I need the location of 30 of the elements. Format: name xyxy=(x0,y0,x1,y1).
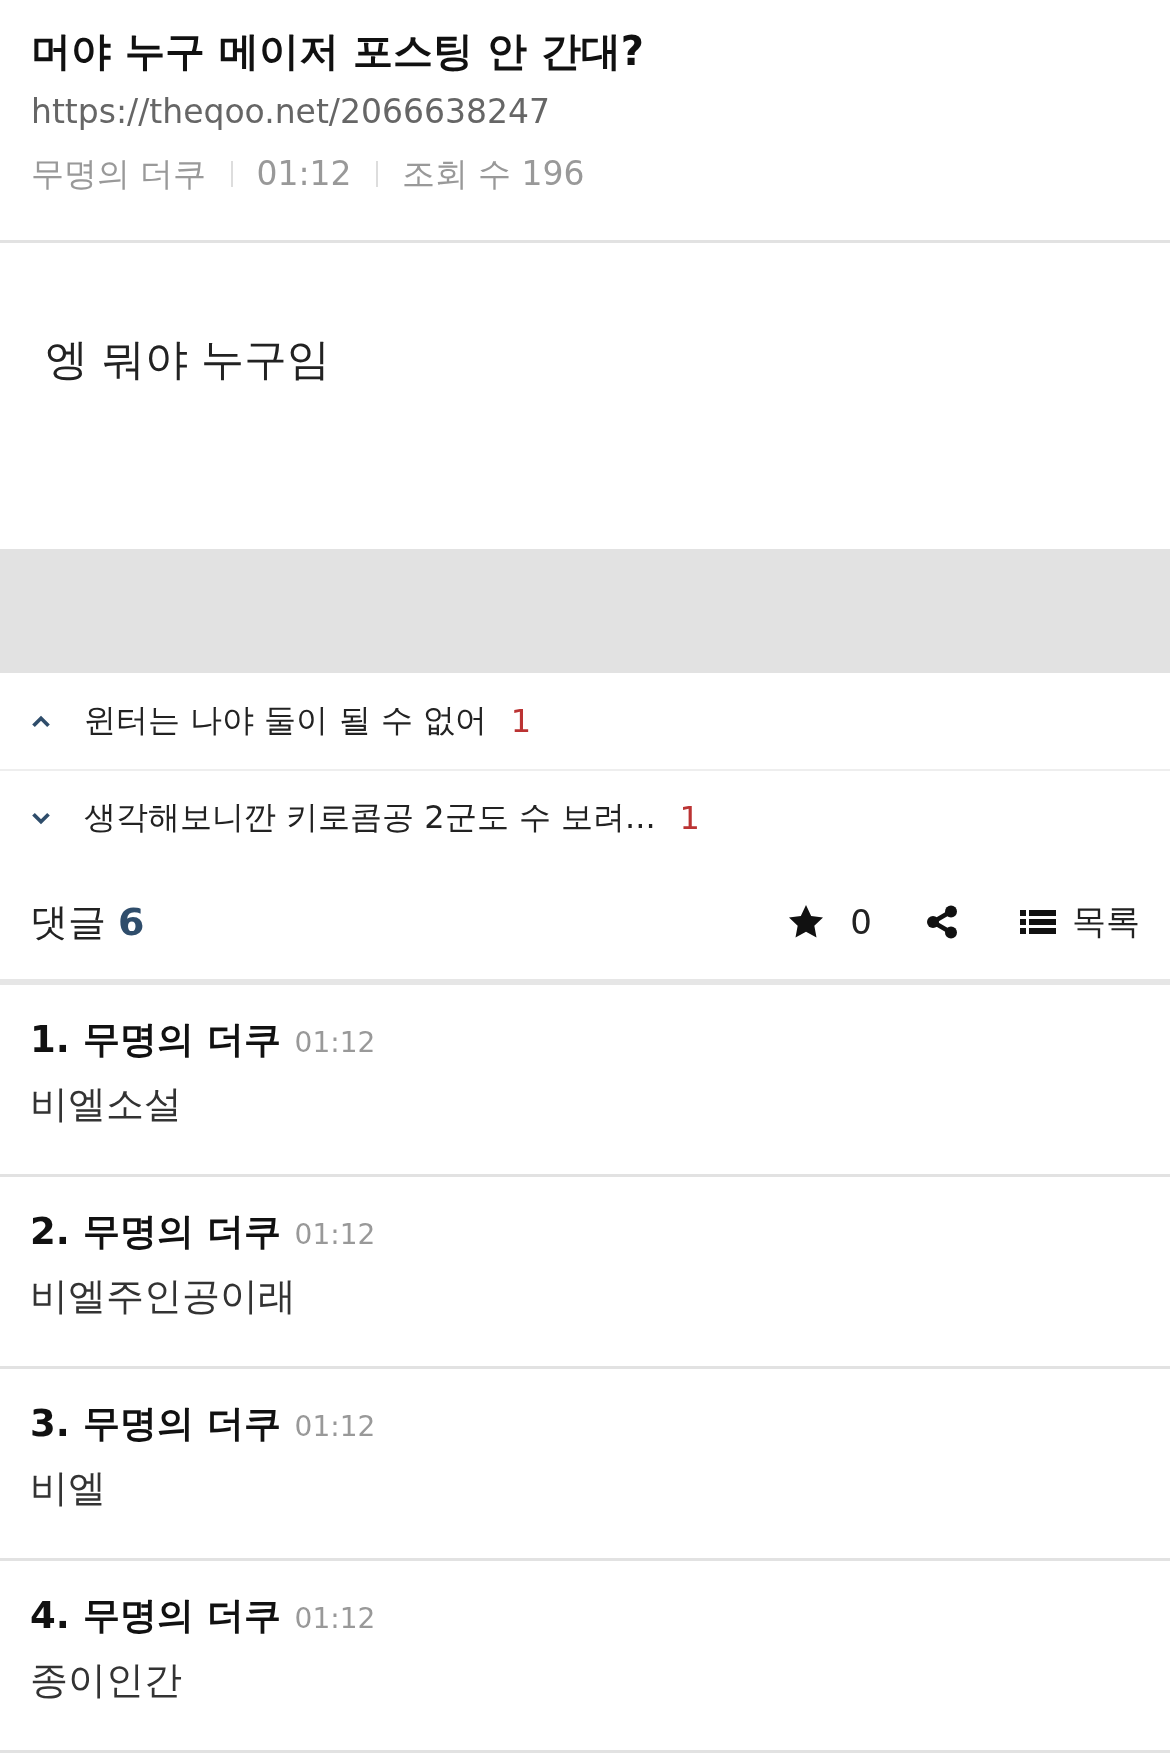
post-title: 머야 누구 메이저 포스팅 안 간대? xyxy=(31,27,645,76)
post-meta: 01:12 xyxy=(256,153,352,195)
comment-text: 비엘주인공이래 xyxy=(30,1273,297,1320)
adjacent-post-link[interactable]: 윈터는 나야 둘이 될 수 없어 xyxy=(84,699,487,743)
chevron-up-icon xyxy=(30,713,52,729)
comment-count: 1 xyxy=(510,702,532,740)
comment-count: 1 xyxy=(679,799,700,837)
share-icon[interactable] xyxy=(924,904,960,940)
comment-time: 01:12 xyxy=(294,1218,376,1251)
comment-time: 01:12 xyxy=(294,1026,376,1059)
list-button[interactable]: 목록 xyxy=(1020,899,1140,945)
favorite-count: 0 xyxy=(850,902,872,942)
post-meta: 조회 수 196 xyxy=(401,153,585,195)
comment-text: 종이인간 xyxy=(30,1657,183,1704)
post-url[interactable]: https://theqoo.net/2066638247 xyxy=(31,88,1139,136)
list-icon xyxy=(1020,907,1056,937)
post-meta: 무명의 더쿠 xyxy=(31,153,207,195)
commenter-name: 4. 무명의 더쿠 xyxy=(30,1593,281,1639)
chevron-down-icon xyxy=(30,810,52,826)
commenter-name: 3. 무명의 더쿠 xyxy=(30,1401,281,1447)
comment-time: 01:12 xyxy=(294,1410,376,1443)
comments-count: 6 xyxy=(118,900,145,944)
comment-time: 01:12 xyxy=(294,1602,376,1635)
post-body: 엥 뭐야 누구임 xyxy=(45,334,331,384)
commenter-name: 1. 무명의 더쿠 xyxy=(30,1017,281,1063)
commenter-name: 2. 무명의 더쿠 xyxy=(30,1209,281,1255)
comment-text: 비엘소설 xyxy=(30,1081,183,1128)
adjacent-post-link[interactable]: 생각해보니깐 키로콤공 2군도 수 보려... xyxy=(84,796,656,840)
comment-text: 비엘 xyxy=(30,1465,107,1512)
comments-label: 댓글 xyxy=(30,898,106,946)
